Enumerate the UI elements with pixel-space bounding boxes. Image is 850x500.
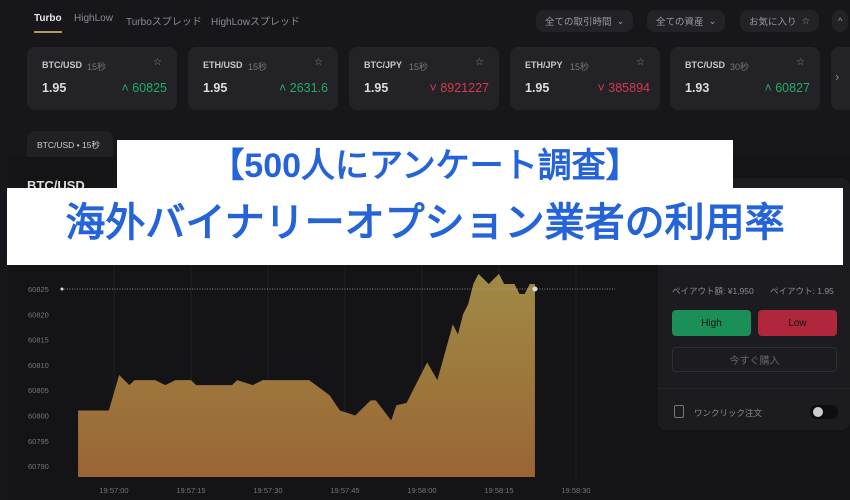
y-tick-label: 60800 (28, 412, 49, 421)
y-tick-label: 60820 (28, 310, 49, 319)
y-tick-label: 60805 (28, 386, 49, 395)
price-area (78, 273, 535, 477)
low-button[interactable]: Low (758, 310, 837, 336)
x-tick-label: 19:57:45 (330, 486, 359, 495)
one-click-icon (674, 405, 684, 418)
payout-rate: ペイアウト: 1.95 (770, 286, 834, 296)
buy-now-button[interactable]: 今すぐ購入 (672, 347, 837, 372)
price-line-start-dot (60, 287, 64, 291)
current-price-dot (532, 286, 538, 292)
x-tick-label: 19:57:00 (99, 486, 128, 495)
x-tick-label: 19:58:15 (484, 486, 513, 495)
one-click-label: ワンクリック注文 (694, 408, 763, 418)
x-tick-label: 19:58:30 (561, 486, 590, 495)
x-tick-label: 19:57:15 (176, 486, 205, 495)
y-tick-label: 60790 (28, 462, 49, 471)
high-button[interactable]: High (672, 310, 751, 336)
divider (658, 388, 850, 389)
x-tick-label: 19:58:00 (407, 486, 436, 495)
y-tick-label: 60795 (28, 437, 49, 446)
one-click-toggle[interactable] (810, 405, 838, 419)
y-tick-label: 60815 (28, 336, 49, 345)
banner-line1: 【500人にアンケート調査】 (117, 140, 733, 192)
x-tick-label: 19:57:30 (253, 486, 282, 495)
y-tick-label: 60810 (28, 361, 49, 370)
y-tick-label: 60825 (28, 285, 49, 294)
banner-line2: 海外バイナリーオプション業者の利用率 (7, 188, 843, 265)
payout-amount: ペイアウト額: ¥1,950 (672, 286, 754, 296)
